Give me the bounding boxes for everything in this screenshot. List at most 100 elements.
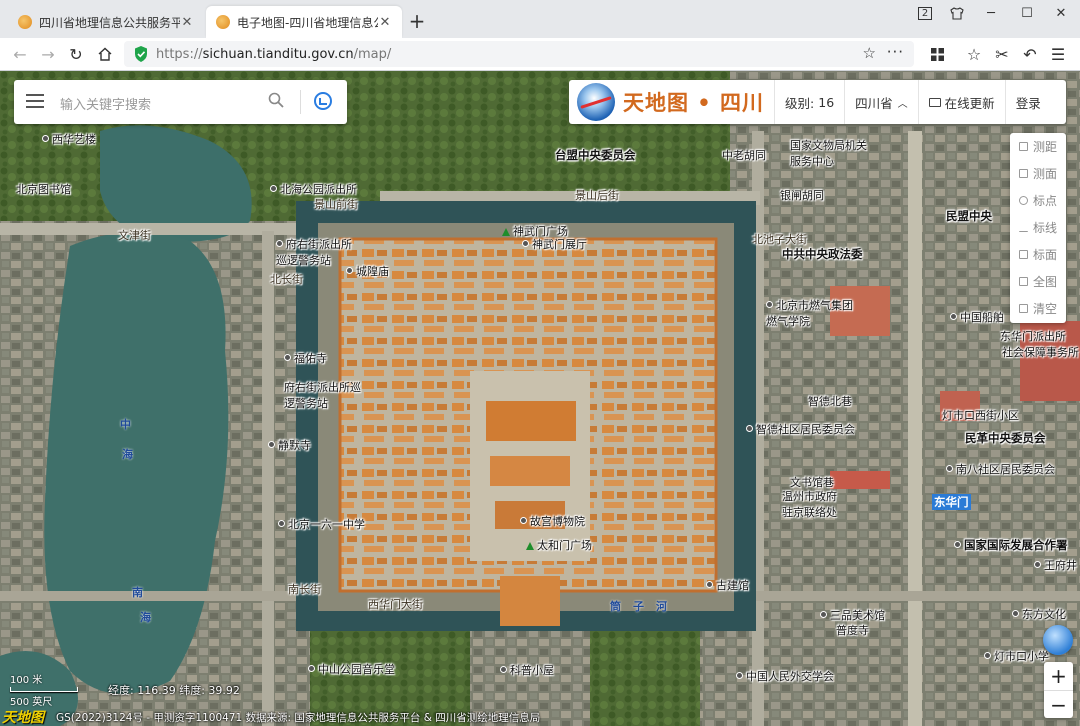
map-label[interactable]: 故宫博物院 [520,513,585,529]
undo-icon[interactable]: ↶ [1018,42,1042,66]
map-label[interactable]: 海 [122,446,133,462]
online-update-button[interactable]: 在线更新 [919,80,1006,124]
tab-count-button[interactable]: 2 [908,0,942,26]
reload-icon[interactable]: ↻ [64,42,88,66]
menu-icon[interactable]: ☰ [1046,42,1070,66]
mark-polygon-button[interactable]: 标面 [1010,241,1066,268]
map-label[interactable]: 西华门大街 [368,596,423,612]
map-label[interactable]: 文津街 [118,227,151,243]
globe-icon[interactable] [1043,625,1073,655]
map-label[interactable]: 太和门广场 [526,537,592,553]
search-input[interactable]: 输入关键字搜索 [60,94,151,113]
map-view[interactable]: 西华艺楼 北京图书馆 文津街 北海公园派出所 景山前街 景山后街 台盟中央委员会… [0,71,1080,726]
map-label[interactable]: 景山后街 [575,187,619,203]
tianditu-watermark: 天地图 [2,710,44,726]
search-icon[interactable] [268,92,284,108]
map-label[interactable]: 福佑寺 [284,350,327,366]
map-label[interactable]: 中国船舶 [950,309,1004,325]
map-label[interactable]: 国家文物局机关服务中心 [790,137,870,169]
map-label[interactable]: 中共中央政法委 [782,246,863,262]
maximize-icon[interactable]: ☐ [1010,0,1044,26]
map-label[interactable]: 科普小屋 [500,662,554,678]
tab-close-icon[interactable]: ✕ [378,15,392,30]
level-label: 级别: [785,95,815,111]
map-label[interactable]: 城隍庙 [346,263,389,279]
map-label[interactable]: 静默寺 [268,437,311,453]
map-label[interactable]: 府右街派出所巡逻警务站 [276,236,356,268]
map-label[interactable]: 灯市口西街小区 [942,407,1019,423]
more-icon[interactable]: ··· [887,43,904,61]
route-icon[interactable] [314,92,332,110]
map-label[interactable]: 北海公园派出所 [270,181,357,197]
map-label[interactable]: 北京图书馆 [16,181,71,197]
map-label[interactable]: 台盟中央委员会 [555,147,636,163]
region-selector[interactable]: 四川省 ︿ [845,80,919,124]
map-label[interactable]: 民盟中央 [946,208,992,224]
map-label[interactable]: 神武门展厅 [522,236,587,252]
map-label[interactable]: 普度寺 [836,622,869,638]
zoom-in-button[interactable]: + [1044,662,1073,691]
map-label[interactable]: 西华艺楼 [42,131,96,147]
scissors-icon[interactable]: ✂ [990,42,1014,66]
tab-bar: 四川省地理信息公共服务平台 ✕ 电子地图-四川省地理信息公共 ✕ + 2 ─ ☐… [0,0,1080,38]
map-label[interactable]: 北京一六一中学 [278,516,365,532]
measure-area-button[interactable]: 测面 [1010,160,1066,187]
map-label[interactable]: 智德社区居民委员会 [746,421,855,437]
map-label[interactable]: 智德北巷 [808,393,852,409]
map-label[interactable]: 东华门派出所 [1000,328,1066,344]
measure-distance-button[interactable]: 测距 [1010,133,1066,160]
address-bar[interactable]: https://sichuan.tianditu.gov.cn/map/ ☆ ·… [124,41,914,67]
map-label[interactable]: 北长街 [270,271,303,287]
close-window-icon[interactable]: ✕ [1044,0,1078,26]
map-label[interactable]: 三品美术馆 [820,607,885,623]
area-icon [1018,169,1028,178]
tianditu-logo[interactable]: 天地图 • 四川 [569,80,776,124]
clear-button[interactable]: 清空 [1010,295,1066,322]
map-label[interactable]: 社会保障事务所 [1002,344,1079,360]
online-update-label: 在线更新 [944,95,995,111]
map-label[interactable]: 南 [132,584,143,600]
map-label[interactable]: 南八社区居民委员会 [946,461,1055,477]
map-label[interactable]: 民革中央委员会 [965,430,1046,446]
map-label[interactable]: 东方文化 [1012,606,1066,622]
map-label[interactable]: 王府井 [1034,557,1077,573]
map-label[interactable]: 温州市政府驻京联络处 [782,488,846,520]
map-label[interactable]: 中 [120,416,131,432]
level-value: 16 [818,94,835,110]
minimize-icon[interactable]: ─ [974,0,1008,26]
map-label[interactable]: 银闸胡同 [780,187,824,203]
map-label[interactable]: 北池子大街 [752,231,807,247]
scale-meters: 100 米 [10,675,43,686]
new-tab-icon[interactable]: + [406,10,428,32]
map-label[interactable]: 中山公园音乐堂 [308,661,395,677]
map-label[interactable]: 海 [140,609,151,625]
map-label[interactable]: 南长街 [288,581,321,597]
map-label[interactable]: 景山前街 [314,196,358,212]
shirt-icon[interactable] [940,0,974,26]
back-icon[interactable]: ← [8,42,32,66]
map-label[interactable]: 东华门 [932,494,971,510]
mark-line-button[interactable]: 标线 [1010,214,1066,241]
login-button[interactable]: 登录 [1006,80,1051,124]
home-icon[interactable] [93,42,117,66]
forward-icon[interactable]: → [36,42,60,66]
tab-electronic-map[interactable]: 电子地图-四川省地理信息公共 ✕ [206,6,402,38]
map-label[interactable]: 国家国际发展合作署 [954,537,1068,553]
map-label[interactable]: 府右街派出所巡逻警务站 [284,379,364,411]
chevron-up-icon: ︿ [897,98,908,110]
favorites-icon[interactable]: ☆ [962,42,986,66]
tab-sichuan-portal[interactable]: 四川省地理信息公共服务平台 ✕ [8,6,204,38]
map-label[interactable]: 古建馆 [706,577,749,593]
map-footer: 天地图 GS(2022)3124号 - 甲测资字1100471 数据来源: 国家… [0,707,1080,726]
full-extent-button[interactable]: 全图 [1010,268,1066,295]
map-label[interactable]: 筒子河 [610,598,679,614]
map-label[interactable]: 中老胡同 [722,147,766,163]
map-label[interactable]: 灯市口小学 [984,648,1049,664]
menu-hamburger-icon[interactable] [26,94,44,108]
bookmark-star-icon[interactable]: ☆ [863,44,876,62]
tab-close-icon[interactable]: ✕ [180,15,194,30]
map-label[interactable]: 中国人民外交学会 [736,668,834,684]
apps-grid-icon[interactable] [925,42,949,66]
mark-point-button[interactable]: 标点 [1010,187,1066,214]
map-label[interactable]: 北京市燃气集团燃气学院 [766,297,862,329]
